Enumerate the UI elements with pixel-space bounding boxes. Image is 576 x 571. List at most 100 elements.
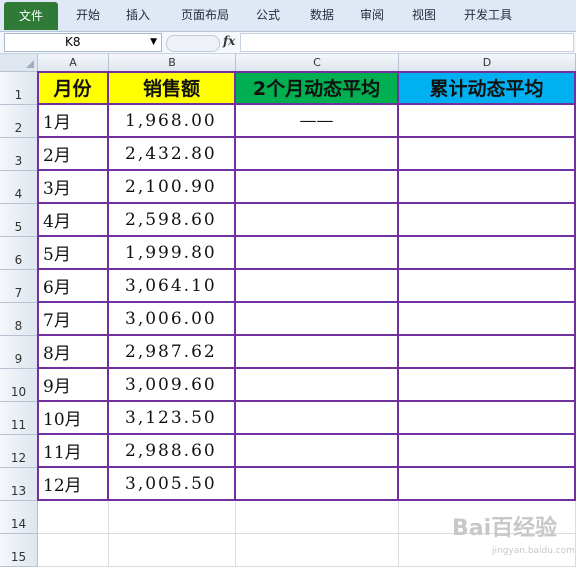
cell-C15[interactable] bbox=[236, 534, 399, 567]
column-header-A[interactable]: A bbox=[38, 54, 109, 72]
cell-C13[interactable] bbox=[236, 468, 399, 501]
cell-D13[interactable] bbox=[399, 468, 576, 501]
cell-A7[interactable]: 6月 bbox=[38, 270, 109, 303]
formula-input[interactable] bbox=[240, 33, 574, 52]
ribbon-tab-5[interactable]: 数据 bbox=[302, 0, 342, 31]
cell-B8[interactable]: 3,006.00 bbox=[109, 303, 236, 336]
cell-A2[interactable]: 1月 bbox=[38, 105, 109, 138]
row-header-1[interactable]: 1 bbox=[0, 72, 38, 105]
cell-D4[interactable] bbox=[399, 171, 576, 204]
cell-B15[interactable] bbox=[109, 534, 236, 567]
cell-B6[interactable]: 1,999.80 bbox=[109, 237, 236, 270]
cell-D6[interactable] bbox=[399, 237, 576, 270]
cell-B9[interactable]: 2,987.62 bbox=[109, 336, 236, 369]
row-number: 10 bbox=[10, 385, 27, 399]
cell-C7[interactable] bbox=[236, 270, 399, 303]
cell-D7[interactable] bbox=[399, 270, 576, 303]
cell-C2[interactable]: —— bbox=[236, 105, 399, 138]
row-number: 12 bbox=[10, 451, 27, 465]
row-header-12[interactable]: 12 bbox=[0, 435, 38, 468]
select-all-corner[interactable] bbox=[0, 54, 38, 72]
row-header-2[interactable]: 2 bbox=[0, 105, 38, 138]
name-box-value: K8 bbox=[65, 35, 81, 49]
cell-A8[interactable]: 7月 bbox=[38, 303, 109, 336]
cell-B2[interactable]: 1,968.00 bbox=[109, 105, 236, 138]
cell-D3[interactable] bbox=[399, 138, 576, 171]
cell-D11[interactable] bbox=[399, 402, 576, 435]
cell-C11[interactable] bbox=[236, 402, 399, 435]
row-header-10[interactable]: 10 bbox=[0, 369, 38, 402]
ribbon-tab-4[interactable]: 公式 bbox=[248, 0, 288, 31]
cell-C4[interactable] bbox=[236, 171, 399, 204]
cell-C3[interactable] bbox=[236, 138, 399, 171]
cell-B14[interactable] bbox=[109, 501, 236, 534]
cell-D10[interactable] bbox=[399, 369, 576, 402]
ribbon-tab-2[interactable]: 插入 bbox=[118, 0, 158, 31]
row-header-11[interactable]: 11 bbox=[0, 402, 38, 435]
row-header-6[interactable]: 6 bbox=[0, 237, 38, 270]
row-header-8[interactable]: 8 bbox=[0, 303, 38, 336]
cell-C5[interactable] bbox=[236, 204, 399, 237]
cell-B3[interactable]: 2,432.80 bbox=[109, 138, 236, 171]
cell-A4[interactable]: 3月 bbox=[38, 171, 109, 204]
cell-C10[interactable] bbox=[236, 369, 399, 402]
row-header-5[interactable]: 5 bbox=[0, 204, 38, 237]
chevron-down-icon[interactable]: ▼ bbox=[150, 34, 157, 51]
cell-A15[interactable] bbox=[38, 534, 109, 567]
ribbon-tab-0[interactable]: 文件 bbox=[4, 2, 58, 30]
row-header-3[interactable]: 3 bbox=[0, 138, 38, 171]
cell-D12[interactable] bbox=[399, 435, 576, 468]
watermark: Bai百经验 jingyan.baidu.com bbox=[452, 510, 575, 566]
watermark-logo-text: Bai百经验 bbox=[452, 516, 558, 541]
ribbon-tab-1[interactable]: 开始 bbox=[68, 0, 108, 31]
cell-A12[interactable]: 11月 bbox=[38, 435, 109, 468]
header-cell-A[interactable]: 月份 bbox=[38, 72, 109, 105]
cell-C8[interactable] bbox=[236, 303, 399, 336]
ribbon-tab-7[interactable]: 视图 bbox=[404, 0, 444, 31]
cell-D9[interactable] bbox=[399, 336, 576, 369]
cell-A3[interactable]: 2月 bbox=[38, 138, 109, 171]
row-number: 3 bbox=[14, 154, 23, 168]
row-header-7[interactable]: 7 bbox=[0, 270, 38, 303]
cell-A9[interactable]: 8月 bbox=[38, 336, 109, 369]
column-header-B[interactable]: B bbox=[109, 54, 236, 72]
column-header-C[interactable]: C bbox=[236, 54, 399, 72]
name-box[interactable]: K8 ▼ bbox=[4, 33, 162, 52]
cell-C12[interactable] bbox=[236, 435, 399, 468]
header-cell-D[interactable]: 累计动态平均 bbox=[399, 72, 576, 105]
cell-A11[interactable]: 10月 bbox=[38, 402, 109, 435]
row-header-13[interactable]: 13 bbox=[0, 468, 38, 501]
cell-C9[interactable] bbox=[236, 336, 399, 369]
cell-B7[interactable]: 3,064.10 bbox=[109, 270, 236, 303]
cell-B10[interactable]: 3,009.60 bbox=[109, 369, 236, 402]
header-cell-B[interactable]: 销售额 bbox=[109, 72, 236, 105]
cell-D5[interactable] bbox=[399, 204, 576, 237]
cell-B12[interactable]: 2,988.60 bbox=[109, 435, 236, 468]
cell-A5[interactable]: 4月 bbox=[38, 204, 109, 237]
formula-bar: K8 ▼ fx bbox=[0, 32, 576, 54]
row-header-15[interactable]: 15 bbox=[0, 534, 38, 567]
ribbon-tab-8[interactable]: 开发工具 bbox=[458, 0, 518, 31]
cell-A13[interactable]: 12月 bbox=[38, 468, 109, 501]
cell-D8[interactable] bbox=[399, 303, 576, 336]
cell-A10[interactable]: 9月 bbox=[38, 369, 109, 402]
cell-C6[interactable] bbox=[236, 237, 399, 270]
cell-A6[interactable]: 5月 bbox=[38, 237, 109, 270]
ribbon: 文件 开始 插入 页面布局 公式 数据 审阅 视图 开发工具 bbox=[0, 0, 576, 32]
cell-D2[interactable] bbox=[399, 105, 576, 138]
formula-bar-splitter[interactable] bbox=[166, 35, 220, 52]
fx-icon[interactable]: fx bbox=[223, 34, 235, 48]
ribbon-tab-3[interactable]: 页面布局 bbox=[172, 0, 238, 31]
cell-A14[interactable] bbox=[38, 501, 109, 534]
cell-B5[interactable]: 2,598.60 bbox=[109, 204, 236, 237]
column-header-D[interactable]: D bbox=[399, 54, 576, 72]
ribbon-tab-6[interactable]: 审阅 bbox=[352, 0, 392, 31]
cell-B11[interactable]: 3,123.50 bbox=[109, 402, 236, 435]
header-cell-C[interactable]: 2个月动态平均 bbox=[236, 72, 399, 105]
cell-B13[interactable]: 3,005.50 bbox=[109, 468, 236, 501]
cell-C14[interactable] bbox=[236, 501, 399, 534]
row-header-4[interactable]: 4 bbox=[0, 171, 38, 204]
row-header-9[interactable]: 9 bbox=[0, 336, 38, 369]
cell-B4[interactable]: 2,100.90 bbox=[109, 171, 236, 204]
row-header-14[interactable]: 14 bbox=[0, 501, 38, 534]
